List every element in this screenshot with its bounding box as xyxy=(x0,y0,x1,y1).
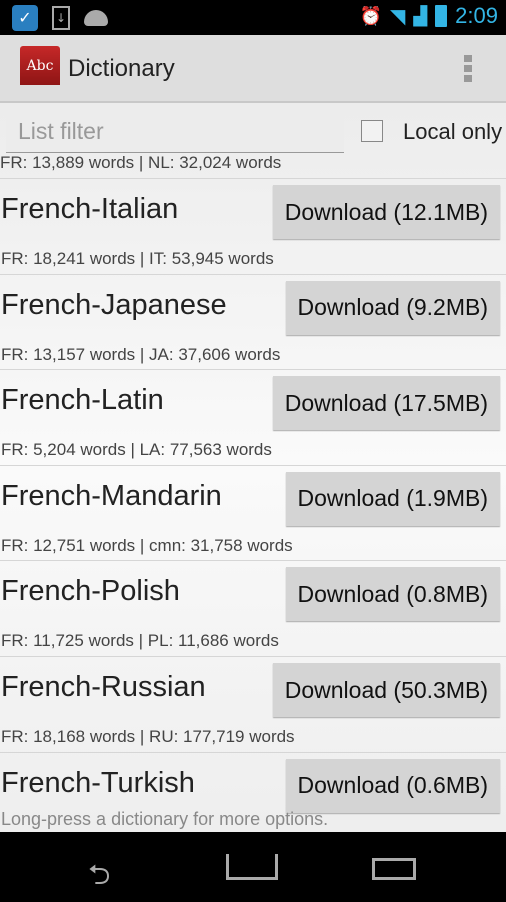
download-button[interactable]: Download (50.3MB) xyxy=(272,663,500,717)
wifi-icon: ◥ xyxy=(389,4,406,28)
list-filter-input[interactable] xyxy=(6,111,344,151)
dictionary-row[interactable]: French-Russian Download (50.3MB) FR: 18,… xyxy=(0,656,506,752)
alarm-icon: ⏰ xyxy=(359,5,382,27)
dictionary-list[interactable]: FR: 13,889 words | NL: 32,024 words Fren… xyxy=(0,103,506,832)
dictionary-row[interactable]: French-Mandarin Download (1.9MB) FR: 12,… xyxy=(0,464,506,561)
list-filter[interactable] xyxy=(6,111,344,153)
overflow-menu-icon[interactable] xyxy=(464,55,472,82)
download-icon: ↓ xyxy=(52,6,70,30)
download-button[interactable]: Download (17.5MB) xyxy=(272,376,500,431)
action-bar: Abc Dictionary xyxy=(0,35,506,103)
download-button[interactable]: Download (0.6MB) xyxy=(285,758,500,813)
dictionary-row[interactable]: French-Japanese Download (9.2MB) FR: 13,… xyxy=(0,273,506,370)
download-button[interactable]: Download (0.8MB) xyxy=(285,567,500,622)
status-bar: ✓ ↓ ⏰ ◥ ▟ 2:09 xyxy=(0,0,506,35)
dictionary-name: French-Turkish xyxy=(1,766,195,799)
recent-apps-icon[interactable] xyxy=(372,858,416,880)
word-counts: FR: 11,725 words | PL: 11,686 words xyxy=(1,631,279,651)
security-app-icon: ✓ xyxy=(12,5,38,31)
download-button[interactable]: Download (1.9MB) xyxy=(285,471,500,526)
dictionary-row[interactable]: French-Polish Download (0.8MB) FR: 11,72… xyxy=(0,560,506,656)
clock: 2:09 xyxy=(455,3,498,28)
word-counts: FR: 5,204 words | LA: 77,563 words xyxy=(1,440,272,460)
download-button[interactable]: Download (12.1MB) xyxy=(272,185,500,239)
local-only-label[interactable]: Local only xyxy=(403,119,502,145)
dictionary-name: French-Japanese xyxy=(1,288,227,321)
back-icon[interactable]: ⮌ xyxy=(88,854,110,902)
partial-row-words: FR: 13,889 words | NL: 32,024 words xyxy=(0,153,282,172)
android-icon xyxy=(84,10,108,26)
signal-icon: ▟ xyxy=(413,5,428,27)
dictionary-name: French-Polish xyxy=(1,575,180,608)
word-counts: FR: 18,241 words | IT: 53,945 words xyxy=(1,249,274,268)
home-icon[interactable] xyxy=(226,854,278,880)
dictionary-name: French-Latin xyxy=(1,384,164,417)
word-counts: FR: 13,157 words | JA: 37,606 words xyxy=(1,344,281,364)
download-button[interactable]: Download (9.2MB) xyxy=(285,280,500,335)
app-logo[interactable]: Abc xyxy=(20,46,60,90)
dictionary-row[interactable]: French-Latin Download (17.5MB) FR: 5,204… xyxy=(0,369,506,465)
dictionary-row[interactable]: French-Italian Download (12.1MB) FR: 18,… xyxy=(0,178,506,274)
word-counts: FR: 12,751 words | cmn: 31,758 words xyxy=(1,535,293,555)
battery-charging-icon xyxy=(435,5,448,27)
hint-text: Long-press a dictionary for more options… xyxy=(1,809,329,829)
word-counts: FR: 18,168 words | RU: 177,719 words xyxy=(1,727,295,746)
dictionary-name: French-Mandarin xyxy=(1,479,222,512)
dictionary-name: French-Russian xyxy=(1,671,206,703)
navigation-bar: ⮌ xyxy=(0,832,506,900)
dictionary-name: French-Italian xyxy=(1,193,179,225)
app-title: Dictionary xyxy=(68,55,175,82)
local-only-checkbox[interactable] xyxy=(361,120,383,142)
